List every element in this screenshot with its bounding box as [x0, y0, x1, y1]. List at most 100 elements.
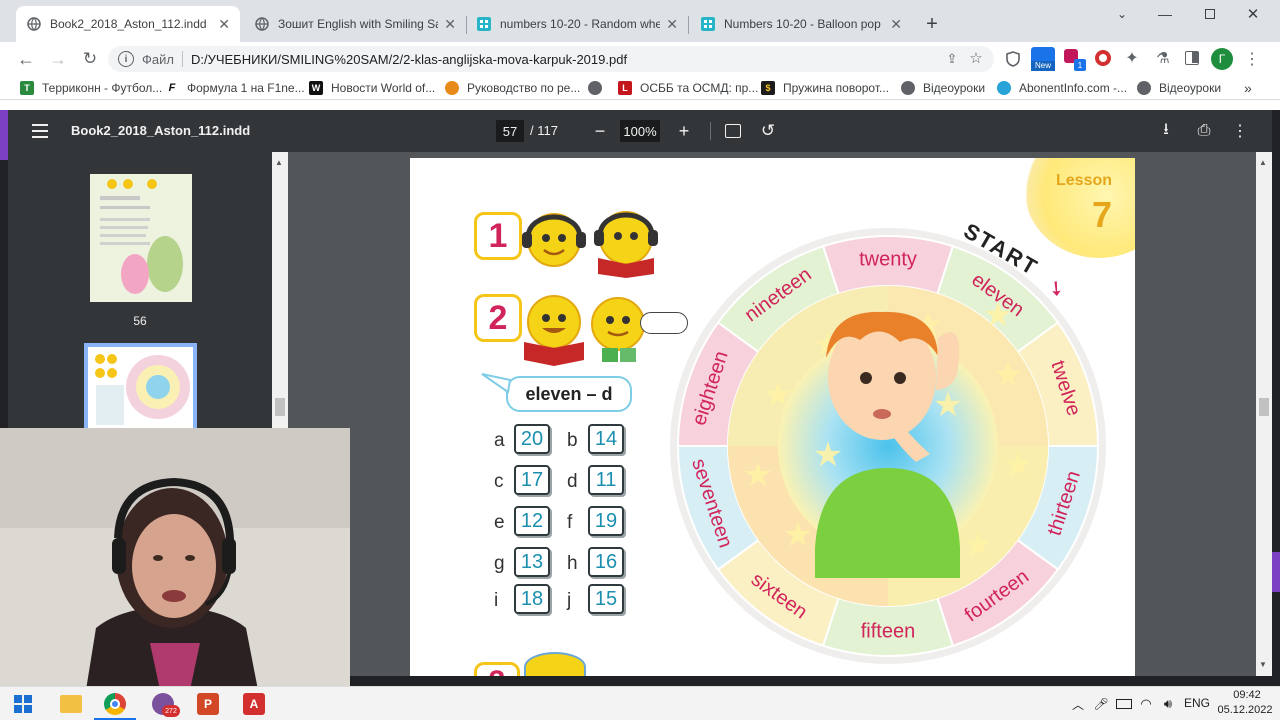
opera-extension-icon[interactable]: [1095, 50, 1111, 66]
extension-badge: New: [1031, 61, 1055, 71]
bookmark-videouroky[interactable]: Відеоуроки: [901, 76, 985, 100]
star-icon: ★: [1003, 445, 1033, 485]
tab-balloon-pop[interactable]: Numbers 10-20 - Balloon pop ✕: [690, 6, 912, 42]
chrome-taskbar-icon[interactable]: [104, 693, 126, 715]
matching-row: i 18 j 15: [492, 584, 652, 620]
info-icon[interactable]: i: [118, 51, 134, 67]
language-indicator[interactable]: ENG: [1184, 696, 1210, 710]
background-strip: [0, 110, 8, 160]
forward-icon[interactable]: →: [46, 48, 70, 70]
wheel-word: twenty: [859, 248, 917, 270]
item-letter: e: [494, 512, 505, 533]
address-bar[interactable]: i Файл D:/УЧЕБНИКИ/SMILING%20SAM/2/2-kla…: [108, 46, 994, 72]
maximize-icon[interactable]: [1195, 2, 1225, 26]
bookmark-videouroky-2[interactable]: Відеоуроки: [1137, 76, 1221, 100]
item-letter: h: [567, 553, 578, 574]
viber-icon[interactable]: 272: [152, 693, 180, 717]
globe-icon: [26, 16, 42, 32]
bookmark-label: Руководство по ре...: [467, 81, 581, 95]
browser-menu-icon[interactable]: ⋮: [1244, 48, 1260, 70]
tab-search-chevron-icon[interactable]: ⌄: [1110, 4, 1134, 24]
new-tab-icon[interactable]: +: [920, 12, 944, 36]
fit-page-icon[interactable]: [725, 124, 741, 138]
bookmark-wot[interactable]: W Новости World of...: [309, 76, 435, 100]
profile-avatar[interactable]: Г: [1211, 48, 1233, 70]
star-icon: ★: [783, 515, 813, 555]
bookmark-star-icon[interactable]: ☆: [968, 50, 984, 67]
tab-book2[interactable]: Book2_2018_Aston_112.indd ✕: [16, 6, 240, 42]
wordwall-icon: [700, 16, 716, 32]
window-close-icon[interactable]: ✕: [1238, 2, 1268, 26]
tab-separator: [688, 16, 689, 34]
news-extension-icon[interactable]: New: [1031, 47, 1055, 71]
download-icon[interactable]: ⭳: [1156, 120, 1176, 142]
lab-flask-icon[interactable]: ⚗: [1153, 48, 1173, 68]
rotate-icon[interactable]: ↺: [758, 120, 778, 142]
bookmark-globe[interactable]: [588, 76, 610, 100]
volume-icon[interactable]: 🔊︎: [1160, 695, 1176, 713]
page-thumbnail[interactable]: [90, 174, 192, 302]
wifi-icon[interactable]: ◠: [1138, 695, 1154, 713]
powerpoint-icon[interactable]: P: [197, 693, 219, 715]
minimize-icon[interactable]: —: [1150, 2, 1180, 26]
f1-icon: F: [165, 81, 179, 95]
extensions-puzzle-icon[interactable]: ✦: [1122, 48, 1142, 68]
clock-time[interactable]: 09:42: [1222, 689, 1272, 701]
tab-random-wheel[interactable]: numbers 10-20 - Random wheel ✕: [466, 6, 688, 42]
shield-extension-icon[interactable]: [1004, 49, 1022, 69]
windows-taskbar: 272 P A ︿ 🎤︎ ◠ 🔊︎ ENG 09:42 05.12.2022: [0, 686, 1280, 720]
bookmarks-overflow-icon[interactable]: »: [1244, 76, 1252, 100]
item-letter: j: [567, 590, 572, 611]
bookmark-terrikon[interactable]: T Терриконн - Футбол...: [20, 76, 162, 100]
number-box: 20: [514, 424, 550, 454]
tab-zoshyt[interactable]: Зошит English with Smiling Sam ✕: [244, 6, 466, 42]
microphone-icon[interactable]: 🎤︎: [1093, 695, 1108, 713]
bookmark-spring[interactable]: $ Пружина поворот...: [761, 76, 889, 100]
close-icon[interactable]: ✕: [218, 16, 230, 33]
file-explorer-icon[interactable]: [60, 695, 82, 713]
back-icon[interactable]: ←: [14, 48, 38, 70]
item-letter: c: [494, 471, 504, 492]
spring-icon: $: [761, 81, 775, 95]
bookmark-label: Відеоуроки: [1159, 81, 1222, 95]
tray-chevron-icon[interactable]: ︿: [1070, 695, 1086, 713]
wot-icon: W: [309, 81, 323, 95]
zoom-in-icon[interactable]: +: [674, 120, 694, 142]
hamburger-menu-icon[interactable]: [32, 124, 48, 138]
pdf-more-icon[interactable]: ⋮: [1232, 120, 1248, 142]
globe-icon: [254, 16, 270, 32]
abonent-icon: [997, 81, 1011, 95]
bookmark-label: Новости World of...: [331, 81, 436, 95]
bookmark-abonent[interactable]: AbonentInfo.com -...: [997, 76, 1127, 100]
number-box: 15: [588, 584, 624, 614]
star-icon: ★: [933, 385, 963, 425]
acrobat-icon[interactable]: A: [243, 693, 265, 715]
close-icon[interactable]: ✕: [890, 16, 902, 33]
puzzle-red-extension-icon[interactable]: 1: [1064, 49, 1086, 71]
zoom-out-icon[interactable]: −: [590, 120, 610, 142]
close-icon[interactable]: ✕: [666, 16, 678, 33]
reload-icon[interactable]: ↻: [78, 48, 102, 70]
bookmark-label: AbonentInfo.com -...: [1019, 81, 1128, 95]
background-strip: [1272, 552, 1280, 592]
viewer-scrollbar[interactable]: ▲ ▼: [1256, 152, 1272, 676]
bookmark-guide[interactable]: Руководство по ре...: [445, 76, 580, 100]
page-number-input[interactable]: 57: [496, 120, 524, 142]
number-box: 13: [514, 547, 550, 577]
number-box: 11: [588, 465, 624, 495]
bookmarks-bar: T Терриконн - Футбол... F Формула 1 на F1n…: [0, 76, 1280, 100]
windows-start-icon[interactable]: [14, 695, 32, 713]
close-icon[interactable]: ✕: [444, 16, 456, 33]
battery-icon[interactable]: [1116, 699, 1132, 709]
item-letter: b: [567, 430, 578, 451]
reading-smiley-icon: [518, 290, 590, 366]
clock-date[interactable]: 05.12.2022: [1214, 704, 1276, 716]
print-icon[interactable]: ⎙: [1194, 120, 1214, 142]
sidepanel-icon[interactable]: [1185, 51, 1199, 65]
share-icon[interactable]: ⇪: [944, 51, 960, 67]
page-thumbnail-selected[interactable]: [84, 343, 197, 433]
zoom-input[interactable]: 100%: [620, 120, 660, 142]
bookmark-osbb[interactable]: L ОСББ та ОСМД: пр...: [618, 76, 758, 100]
item-letter: g: [494, 553, 505, 574]
bookmark-f1[interactable]: F Формула 1 на F1ne...: [165, 76, 305, 100]
